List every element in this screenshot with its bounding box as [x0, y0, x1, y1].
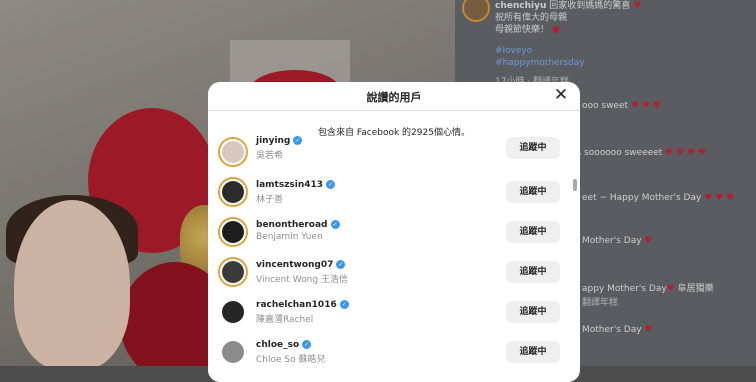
list-item[interactable]: lamtszsin413 ✓ 林子善 追蹤中: [208, 172, 580, 212]
following-button[interactable]: 追蹤中: [506, 341, 560, 363]
verified-icon: ✓: [336, 260, 346, 269]
avatar[interactable]: [218, 297, 248, 327]
full-name: 吳若希: [256, 151, 284, 161]
close-icon[interactable]: ✕: [552, 86, 570, 104]
list-item[interactable]: vincentwong07 ✓ Vincent Wong 王浩信 追蹤中: [208, 252, 580, 292]
avatar[interactable]: [218, 257, 248, 287]
verified-icon: ✓: [326, 180, 336, 189]
modal-title: 說讚的用戶: [366, 91, 422, 104]
scrollbar-thumb[interactable]: [573, 179, 577, 191]
following-button[interactable]: 追蹤中: [506, 137, 560, 159]
list-item[interactable]: jinying ✓ 吳若希 追蹤中: [208, 132, 580, 172]
following-button[interactable]: 追蹤中: [506, 261, 560, 283]
modal-header: 說讚的用戶 ✕: [208, 82, 580, 111]
avatar[interactable]: [218, 337, 248, 367]
username[interactable]: vincentwong07 ✓: [256, 260, 346, 270]
full-name: Chloe So 蘇皓兒: [256, 355, 326, 365]
username[interactable]: jinying ✓: [256, 136, 303, 146]
full-name: Vincent Wong 王浩信: [256, 275, 348, 285]
username[interactable]: chloe_so ✓: [256, 340, 312, 350]
following-button[interactable]: 追蹤中: [506, 181, 560, 203]
list-item[interactable]: benontheroad ✓ Benjamin Yuen 追蹤中: [208, 212, 580, 252]
full-name: Benjamin Yuen: [256, 232, 323, 242]
list-item[interactable]: rachelchan1016 ✓ 陳嘉灃Rachel 追蹤中: [208, 292, 580, 332]
verified-icon: ✓: [330, 220, 340, 229]
following-button[interactable]: 追蹤中: [506, 301, 560, 323]
full-name: 陳嘉灃Rachel: [256, 315, 314, 325]
username[interactable]: rachelchan1016 ✓: [256, 300, 349, 310]
list-item[interactable]: chloe_so ✓ Chloe So 蘇皓兒 追蹤中: [208, 332, 580, 372]
verified-icon: ✓: [302, 340, 312, 349]
avatar[interactable]: [218, 177, 248, 207]
likes-modal: 說讚的用戶 ✕ 包含來自 Facebook 的2925個心情。 jinying ✓…: [208, 82, 580, 382]
full-name: 林子善: [256, 195, 284, 205]
username[interactable]: benontheroad ✓: [256, 220, 340, 230]
avatar[interactable]: [218, 137, 248, 167]
verified-icon: ✓: [293, 136, 303, 145]
avatar[interactable]: [218, 217, 248, 247]
following-button[interactable]: 追蹤中: [506, 221, 560, 243]
username[interactable]: lamtszsin413 ✓: [256, 180, 336, 190]
verified-icon: ✓: [339, 300, 349, 309]
